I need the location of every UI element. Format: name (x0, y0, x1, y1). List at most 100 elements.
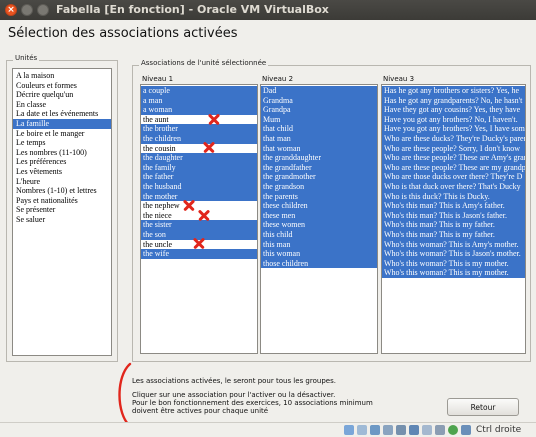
association-row[interactable]: these women (261, 220, 377, 230)
association-row[interactable]: Have you got any brothers? Yes, I have s… (382, 124, 525, 134)
note-global: Les associations activées, le seront pou… (132, 377, 336, 385)
level-3-header: Niveau 3 (383, 75, 415, 83)
unit-item[interactable]: Se présenter (13, 205, 111, 215)
association-row[interactable]: the parents (261, 191, 377, 202)
association-row[interactable]: the family (141, 162, 257, 173)
association-row[interactable]: Who's this woman? This is my mother. (382, 268, 525, 278)
unit-item[interactable]: L'heure (13, 177, 111, 187)
units-legend: Unités (13, 54, 40, 62)
association-row[interactable]: the children (141, 133, 257, 144)
association-row[interactable]: Who's this woman? This is Amy's mother. (382, 239, 525, 250)
association-row[interactable]: that child (261, 124, 377, 134)
units-group: Unités A la maison Couleurs et formes Décr… (6, 54, 118, 362)
association-row[interactable]: the grandfather (261, 162, 377, 173)
associations-group: Associations de l'unité sélectionnée Niv… (132, 59, 531, 362)
mouse-integration-icon[interactable] (461, 425, 471, 435)
association-row[interactable]: the sister (141, 220, 257, 230)
association-row[interactable]: Who are these people? These are Amy's gr… (382, 153, 525, 163)
association-row[interactable]: Who's this woman? This is Jason's mother… (382, 249, 525, 259)
page-title: Sélection des associations activées (8, 26, 238, 41)
association-row[interactable]: Who's this man? This is my father. (382, 220, 525, 230)
association-row[interactable]: a couple (141, 86, 257, 96)
unit-item[interactable]: En classe (13, 100, 111, 110)
close-window-button[interactable]: × (5, 4, 17, 16)
association-row[interactable]: the wife (141, 249, 257, 259)
unit-item[interactable]: Décrire quelqu'un (13, 90, 111, 100)
level-1-header: Niveau 1 (142, 75, 174, 83)
association-row[interactable]: those children (261, 258, 377, 269)
unit-item[interactable]: Les vêtements (13, 167, 111, 177)
level-2-header: Niveau 2 (262, 75, 294, 83)
usb-icon[interactable] (396, 425, 406, 435)
unit-item[interactable]: Nombres (1-10) et lettres (13, 186, 111, 196)
association-row[interactable]: the grandson (261, 181, 377, 192)
association-row[interactable]: this man (261, 239, 377, 250)
association-row[interactable]: Who are these ducks? They're Ducky's par… (382, 133, 525, 144)
association-row[interactable]: Who are these people? These are my grand… (382, 162, 525, 173)
vm-statusbar: Ctrl droite (0, 422, 536, 437)
minimize-window-button[interactable] (21, 4, 33, 16)
hard-disk-icon[interactable] (344, 425, 354, 435)
association-row[interactable]: Grandma (261, 95, 377, 106)
association-row[interactable]: the husband (141, 181, 257, 192)
display-icon[interactable] (422, 425, 432, 435)
association-row[interactable]: Who's this man? This is Amy's father. (382, 201, 525, 211)
note-minimum-cont: doivent être actives pour chaque unité (132, 407, 269, 415)
association-row[interactable]: Has he got any brothers or sisters? Yes,… (382, 86, 525, 96)
association-row[interactable]: the daughter (141, 153, 257, 163)
associations-legend: Associations de l'unité sélectionnée (139, 59, 269, 67)
association-row[interactable]: the cousin (141, 144, 257, 154)
unit-item[interactable]: La date et les événements (13, 109, 111, 119)
association-row[interactable]: this woman (261, 249, 377, 259)
association-row[interactable]: that woman (261, 143, 377, 154)
unit-item[interactable]: Pays et nationalités (13, 196, 111, 206)
association-row[interactable]: Who's this man? This is Jason's father. (382, 210, 525, 221)
association-row[interactable]: these men (261, 210, 377, 221)
association-row[interactable]: Who's this man? This is my father. (382, 229, 525, 240)
association-row[interactable]: Mum (261, 114, 377, 125)
unit-item[interactable]: A la maison (13, 71, 111, 81)
association-row[interactable]: a woman (141, 105, 257, 115)
unit-item[interactable]: Couleurs et formes (13, 81, 111, 91)
units-list[interactable]: A la maison Couleurs et formes Décrire que… (12, 68, 112, 356)
shared-folders-icon[interactable] (409, 425, 419, 435)
association-row[interactable]: that man (261, 133, 377, 144)
association-row[interactable]: the father (141, 172, 257, 182)
association-row[interactable]: these children (261, 201, 377, 211)
association-row[interactable]: Have they got any cousins? Yes, they hav… (382, 105, 525, 115)
network-icon[interactable] (383, 425, 393, 435)
association-row[interactable]: the mother (141, 191, 257, 202)
association-row[interactable]: the grandmother (261, 172, 377, 182)
association-row[interactable]: Who is this duck? This is Ducky. (382, 191, 525, 202)
association-row[interactable]: Grandpa (261, 105, 377, 115)
association-row[interactable]: the brother (141, 124, 257, 134)
host-key-label: Ctrl droite (476, 425, 522, 435)
association-row[interactable]: Have you got any brothers? No, I haven't… (382, 114, 525, 125)
optical-drive-icon[interactable] (357, 425, 367, 435)
audio-icon[interactable] (370, 425, 380, 435)
association-row[interactable]: this child (261, 229, 377, 240)
level-3-list[interactable]: Has he got any brothers or sisters? Yes,… (381, 84, 526, 354)
unit-item[interactable]: Le boire et le manger (13, 129, 111, 139)
unit-item[interactable]: Les préférences (13, 157, 111, 167)
maximize-window-button[interactable] (37, 4, 49, 16)
recording-icon[interactable] (435, 425, 445, 435)
association-row[interactable]: Who's this woman? This is my mother. (382, 258, 525, 269)
unit-item[interactable]: Se saluer (13, 215, 111, 225)
association-row[interactable]: Who is that duck over there? That's Duck… (382, 181, 525, 192)
association-row[interactable]: Has he got any grandparents? No, he hasn… (382, 95, 525, 106)
association-row[interactable]: Who are these people? Sorry, I don't kno… (382, 143, 525, 154)
association-row[interactable]: a man (141, 95, 257, 106)
unit-item[interactable]: Le temps (13, 138, 111, 148)
association-row[interactable]: the son (141, 229, 257, 240)
level-2-list[interactable]: Dad Grandma Grandpa Mum that child that man th… (260, 84, 378, 354)
association-row[interactable]: Dad (261, 86, 377, 96)
association-row[interactable]: the aunt (141, 115, 257, 125)
unit-item[interactable]: La famille (13, 118, 111, 129)
unit-item[interactable]: Les nombres (11-100) (13, 148, 111, 158)
window-titlebar: × Fabella [En fonction] - Oracle VM Virt… (0, 0, 536, 20)
retour-button[interactable]: Retour (447, 398, 519, 416)
association-row[interactable]: the granddaughter (261, 153, 377, 163)
association-row[interactable]: Who are those ducks over there? They're … (382, 172, 525, 182)
cpu-activity-icon (448, 425, 458, 435)
